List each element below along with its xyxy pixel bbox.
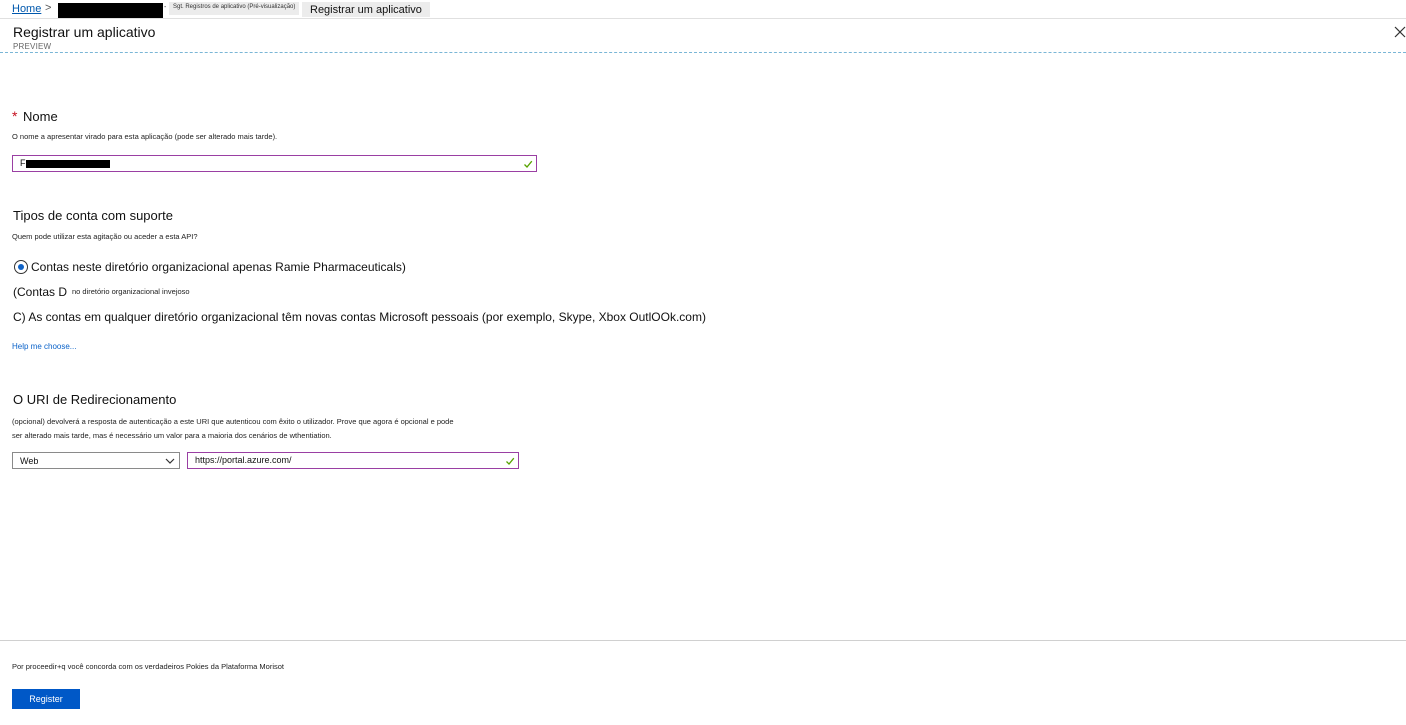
breadcrumb-separator: > <box>45 2 52 14</box>
policy-agreement-text: Por proceedir+q você concorda com os ver… <box>12 662 285 671</box>
account-type-option-single-tenant[interactable]: Contas neste diretório organizacional ap… <box>31 260 406 274</box>
platform-select[interactable]: Web <box>12 452 180 469</box>
preview-label: PREVIEW <box>13 42 52 51</box>
redirect-uri-description-line2: ser alterado mais tarde, mas é necessári… <box>12 431 332 440</box>
breadcrumb-app-registrations[interactable]: Sgt. Registros de aplicativo (Pré-visual… <box>169 2 300 15</box>
name-description: O nome a apresentar virado para esta apl… <box>12 132 278 141</box>
account-type-option-multitenant-detail: no diretório organizacional invejoso <box>72 287 190 296</box>
redirect-uri-input[interactable]: https://portal.azure.com/ <box>187 452 519 469</box>
redirect-uri-heading: O URI de Redirecionamento <box>13 392 177 407</box>
breadcrumb-current-tab: Registrar um aplicativo <box>302 2 430 17</box>
valid-check-icon <box>506 457 515 465</box>
account-type-option-personal[interactable]: C) As contas em qualquer diretório organ… <box>13 310 706 324</box>
valid-check-icon <box>524 160 533 168</box>
header-divider <box>0 52 1406 53</box>
register-button[interactable]: Register <box>12 689 80 709</box>
platform-select-value: Web <box>20 456 39 466</box>
breadcrumb-home-link[interactable]: Home <box>12 3 41 15</box>
page-title: Registrar um aplicativo <box>13 24 156 40</box>
account-types-heading: Tipos de conta com suporte <box>13 208 173 223</box>
redirect-uri-value: https://portal.azure.com/ <box>195 455 292 465</box>
account-types-question: Quem pode utilizar esta agitação ou aced… <box>12 232 198 241</box>
help-me-choose-link[interactable]: Help me choose... <box>12 342 76 351</box>
redirect-uri-description-line1: (opcional) devolverá a resposta de auten… <box>12 417 454 426</box>
name-input[interactable]: F <box>12 155 537 172</box>
redacted-breadcrumb <box>58 3 163 18</box>
footer-divider <box>0 640 1406 641</box>
account-type-radio-single-tenant[interactable] <box>14 260 28 274</box>
account-type-option-multitenant[interactable]: (Contas D <box>13 285 67 299</box>
name-input-value: F <box>20 158 26 168</box>
redacted-name <box>26 160 110 168</box>
breadcrumb-dash: - <box>164 4 167 11</box>
name-heading: Nome <box>23 109 58 124</box>
required-marker: * <box>12 108 18 124</box>
chevron-down-icon <box>165 458 175 464</box>
close-icon[interactable] <box>1393 25 1406 39</box>
